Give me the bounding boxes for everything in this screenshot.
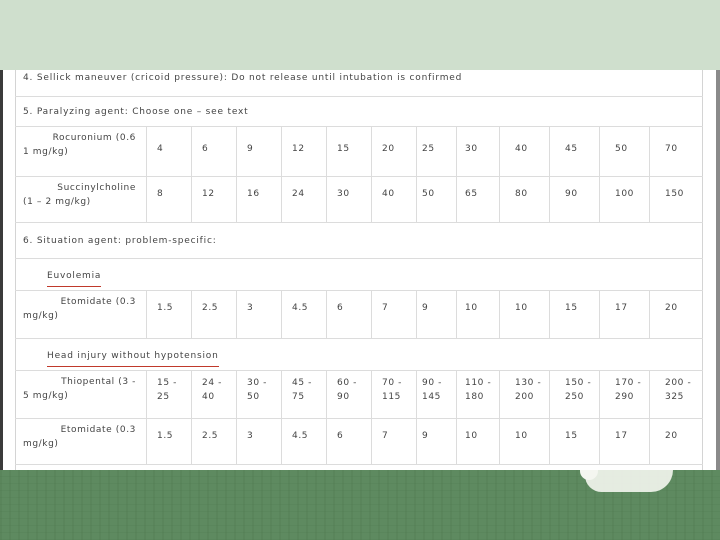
dose-cell: 7 [372,291,417,338]
page-left-edge [0,70,3,470]
slide-bottom-band [0,470,720,540]
dose-cell: 12 [192,177,237,222]
dose-cell: 3 [237,419,282,464]
table-row: Thiopental (3 - 5 mg/kg) 15 - 25 24 - 40… [15,370,703,418]
drug-name-cell: Etomidate (0.3 mg/kg) [15,419,147,464]
dose-cell: 50 [412,177,457,222]
dose-cell: 2.5 [192,291,237,338]
dose-cell: 150 [665,189,684,199]
dose-cell: 6 [327,291,372,338]
dose-cell: 170 - 290 [605,371,650,418]
situation-agent-row: 6. Situation agent: problem-specific: [15,222,703,258]
dose-cell: 150 - 250 [555,371,600,418]
dose-cell: 24 - 40 [192,371,237,418]
dose-cell: 10 [455,419,500,464]
dose-cell: 1.5 [147,291,192,338]
dose-cell: 45 - 75 [282,371,327,418]
dose-cell: 30 - 50 [237,371,282,418]
dose-cell: 7 [372,419,417,464]
dose-cell: 1.5 [147,419,192,464]
dose-cell: 20 [665,303,678,313]
dose-cell: 60 - 90 [327,371,372,418]
sellick-row: 4. Sellick maneuver (cricoid pressure): … [15,70,703,96]
dose-cell: 10 [505,419,550,464]
dose-cell: 4.5 [282,291,327,338]
dose-cell: 70 [665,144,678,154]
drug-name-cell: Succinylcholine (1 – 2 mg/kg) [15,177,147,222]
dose-cell: 45 [555,127,600,176]
dose-cell: 80 [505,177,550,222]
drug-name-line1: Etomidate (0.3 [60,297,136,307]
dose-cell: 40 [505,127,550,176]
dose-cell: 4.5 [282,419,327,464]
dose-cell: 90 [555,177,600,222]
dose-cell: 15 [327,127,372,176]
dose-cell: 70 - 115 [372,371,417,418]
dose-cell: 50 [605,127,650,176]
dose-cell: 30 [327,177,372,222]
sellick-text: 4. Sellick maneuver (cricoid pressure): … [23,73,463,83]
dose-cell: 20 [665,431,678,441]
dose-cell: 25 [412,127,457,176]
drug-name-line1: Etomidate (0.3 [60,425,136,435]
page-right-edge [716,70,720,470]
drug-name-line2: mg/kg) [23,439,59,449]
dose-cell: 20 [372,127,417,176]
dose-cell: 15 - 25 [147,371,192,418]
dose-cell: 4 [147,127,192,176]
dose-cell: 130 - 200 [505,371,550,418]
drug-name-line2: (1 – 2 mg/kg) [23,197,91,207]
dose-cell: 110 - 180 [455,371,500,418]
dose-cell: 16 [237,177,282,222]
table-row: Etomidate (0.3 mg/kg) 1.5 2.5 3 4.5 6 7 … [15,290,703,338]
subhead-row: Euvolemia [15,258,703,290]
dose-cell: 17 [605,291,650,338]
dose-cell: 24 [282,177,327,222]
dose-cell: 30 [455,127,500,176]
drug-name-line2: 5 mg/kg) [23,391,69,401]
decorative-blob [585,470,673,492]
dose-cell: 10 [455,291,500,338]
table-row: Rocuronium (0.6 1 mg/kg) 4 6 9 12 15 20 … [15,126,703,176]
dose-cell: 3 [237,291,282,338]
subhead-row: Head injury without hypotension [15,338,703,370]
drug-name-line1: Rocuronium (0.6 [52,133,136,143]
paralyzing-agent-text: 5. Paralyzing agent: Choose one – see te… [23,107,249,117]
drug-name-line1: Thiopental (3 - [61,377,136,387]
dose-cell: 6 [192,127,237,176]
drug-name-line1: Succinylcholine [57,183,136,193]
dose-cell: 200 - 325 [665,378,692,402]
table-bottom-border [15,464,703,465]
dose-cell: 12 [282,127,327,176]
subhead-euvolemia: Euvolemia [47,269,102,287]
drug-name-line2: 1 mg/kg) [23,147,69,157]
dose-cell: 9 [237,127,282,176]
subhead-head-injury: Head injury without hypotension [47,349,219,367]
dose-cell: 6 [327,419,372,464]
dose-cell: 9 [412,291,457,338]
drug-name-line2: mg/kg) [23,311,59,321]
drug-name-cell: Thiopental (3 - 5 mg/kg) [15,371,147,418]
dose-cell: 9 [412,419,457,464]
dose-cell: 40 [372,177,417,222]
dose-cell: 65 [455,177,500,222]
drug-name-cell: Etomidate (0.3 mg/kg) [15,291,147,338]
drug-name-cell: Rocuronium (0.6 1 mg/kg) [15,127,147,176]
dose-cell: 8 [147,177,192,222]
table-row: Succinylcholine (1 – 2 mg/kg) 8 12 16 24… [15,176,703,222]
situation-agent-text: 6. Situation agent: problem-specific: [23,236,217,246]
dose-cell: 15 [555,419,600,464]
table-row: Etomidate (0.3 mg/kg) 1.5 2.5 3 4.5 6 7 … [15,418,703,464]
dose-cell: 100 [605,177,650,222]
paralyzing-agent-row: 5. Paralyzing agent: Choose one – see te… [15,96,703,126]
dose-cell: 17 [605,419,650,464]
dose-cell: 90 - 145 [412,371,457,418]
slide-top-band [0,0,720,70]
document-page: 4. Sellick maneuver (cricoid pressure): … [0,70,720,470]
dose-cell: 2.5 [192,419,237,464]
dose-cell: 15 [555,291,600,338]
dose-cell: 10 [505,291,550,338]
